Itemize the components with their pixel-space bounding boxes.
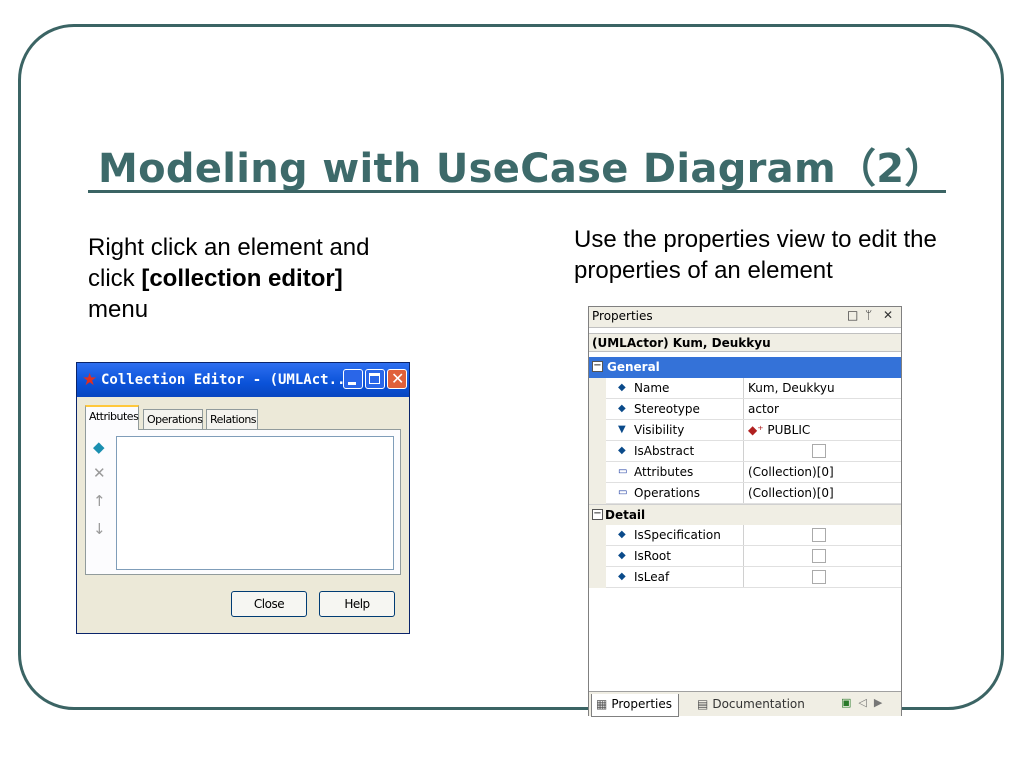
property-label: Name [634, 381, 670, 395]
properties-header: Properties □ ᛘ ✕ [589, 307, 901, 328]
property-value[interactable]: Kum, Deukkyu [743, 378, 835, 398]
title-divider [88, 190, 946, 193]
tab-properties[interactable]: ▦ Properties [591, 694, 679, 717]
group-general[interactable]: − General [589, 357, 901, 378]
tab-relations[interactable]: Relations [206, 409, 258, 429]
property-label: Stereotype [634, 402, 700, 416]
dropdown-triangle-icon: ▼ [618, 424, 626, 435]
move-up-icon[interactable]: ↑ [93, 492, 106, 510]
attributes-list[interactable] [116, 436, 394, 570]
restore-icon[interactable]: □ [847, 308, 858, 322]
move-down-icon[interactable]: ↓ [93, 520, 106, 538]
property-label: Attributes [634, 465, 694, 479]
collapse-icon[interactable]: − [592, 361, 603, 372]
close-button[interactable]: Close [231, 591, 307, 617]
tab-scroll: ▣ ◁ ▶ [841, 696, 882, 709]
visibility-icon: ◆⁺ [748, 423, 764, 437]
tab-operations[interactable]: Operations [143, 409, 203, 429]
diamond-icon: ◆ [618, 445, 626, 456]
slide-title: Modeling with UseCase Diagram（2） [98, 146, 945, 192]
property-row-stereotype[interactable]: ◆ Stereotype actor [606, 399, 901, 420]
view-tabs: ▦ Properties ▤ Documentation ▣ ◁ ▶ [589, 691, 901, 717]
property-label: IsRoot [634, 549, 671, 563]
diamond-icon: ◆ [618, 550, 626, 561]
property-label: IsSpecification [634, 528, 721, 542]
right-instruction: Use the properties view to edit the prop… [574, 226, 937, 284]
group-general-label: General [607, 360, 660, 374]
property-value[interactable]: actor [743, 399, 779, 419]
collection-icon: ▭ [618, 466, 628, 477]
property-label: Operations [634, 486, 700, 500]
property-row-operations[interactable]: ▭ Operations (Collection)[0] [606, 483, 901, 504]
collection-icon: ▭ [618, 487, 628, 498]
close-icon: ✕ [391, 369, 405, 388]
window-title: Collection Editor - (UMLAct... [101, 372, 354, 388]
tab-attributes[interactable]: Attributes [85, 405, 139, 430]
close-window-button[interactable]: ✕ [387, 369, 407, 389]
delete-x-icon[interactable]: ✕ [93, 464, 106, 482]
property-row-isroot[interactable]: ◆ IsRoot [606, 546, 901, 567]
grid-gutter [589, 525, 606, 588]
properties-view: Properties □ ᛘ ✕ (UMLActor) Kum, Deukkyu… [588, 306, 902, 717]
property-value[interactable]: (Collection)[0] [743, 462, 834, 482]
tab-documentation[interactable]: ▤ Documentation [697, 694, 805, 716]
isabstract-checkbox[interactable] [812, 444, 826, 458]
isroot-checkbox[interactable] [812, 549, 826, 563]
property-label: IsAbstract [634, 444, 695, 458]
panel-icon[interactable]: ▣ [841, 696, 851, 709]
collection-editor-window: ★ Collection Editor - (UMLAct... ✕ Attri… [76, 362, 410, 634]
property-row-isabstract[interactable]: ◆ IsAbstract [606, 441, 901, 462]
maximize-button[interactable] [365, 369, 385, 389]
left-instruction: Right click an element and click [collec… [88, 232, 388, 325]
attributes-panel: ◆ ✕ ↑ ↓ [85, 429, 401, 575]
diamond-icon: ◆ [618, 529, 626, 540]
property-row-isleaf[interactable]: ◆ IsLeaf [606, 567, 901, 588]
properties-icon: ▦ [596, 697, 608, 711]
isspecification-checkbox[interactable] [812, 528, 826, 542]
property-value[interactable]: ◆⁺ PUBLIC [743, 420, 810, 440]
diamond-icon: ◆ [618, 382, 626, 393]
left-text-bold: [collection editor] [141, 265, 343, 292]
close-icon[interactable]: ✕ [883, 308, 893, 322]
properties-title: Properties [592, 309, 653, 323]
visibility-value: PUBLIC [767, 423, 811, 437]
grid-gutter [589, 378, 606, 504]
group-detail-label: Detail [605, 508, 646, 522]
group-detail[interactable]: − Detail [589, 504, 901, 525]
tab-properties-label: Properties [611, 697, 672, 711]
property-label: Visibility [634, 423, 685, 437]
diamond-icon: ◆ [618, 403, 626, 414]
scroll-left-icon[interactable]: ◁ [858, 696, 866, 709]
add-diamond-icon[interactable]: ◆ [93, 438, 105, 456]
help-button[interactable]: Help [319, 591, 395, 617]
document-icon: ▤ [697, 697, 709, 711]
property-row-attributes[interactable]: ▭ Attributes (Collection)[0] [606, 462, 901, 483]
property-label: IsLeaf [634, 570, 670, 584]
tab-documentation-label: Documentation [712, 697, 805, 711]
diamond-icon: ◆ [618, 571, 626, 582]
minimize-button[interactable] [343, 369, 363, 389]
collapse-icon[interactable]: − [592, 509, 603, 520]
property-row-visibility[interactable]: ▼ Visibility ◆⁺ PUBLIC [606, 420, 901, 441]
property-row-name[interactable]: ◆ Name Kum, Deukkyu [606, 378, 901, 399]
window-titlebar[interactable]: ★ Collection Editor - (UMLAct... ✕ [77, 363, 409, 397]
property-row-isspecification[interactable]: ◆ IsSpecification [606, 525, 901, 546]
selected-object-name: (UMLActor) Kum, Deukkyu [589, 333, 901, 352]
left-text-2: menu [88, 296, 149, 323]
scroll-right-icon[interactable]: ▶ [874, 696, 882, 709]
editor-toolbar: ◆ ✕ ↑ ↓ [90, 436, 112, 570]
star-icon: ★ [82, 370, 98, 390]
isleaf-checkbox[interactable] [812, 570, 826, 584]
property-value[interactable]: (Collection)[0] [743, 483, 834, 503]
pin-icon[interactable]: ᛘ [865, 308, 872, 322]
